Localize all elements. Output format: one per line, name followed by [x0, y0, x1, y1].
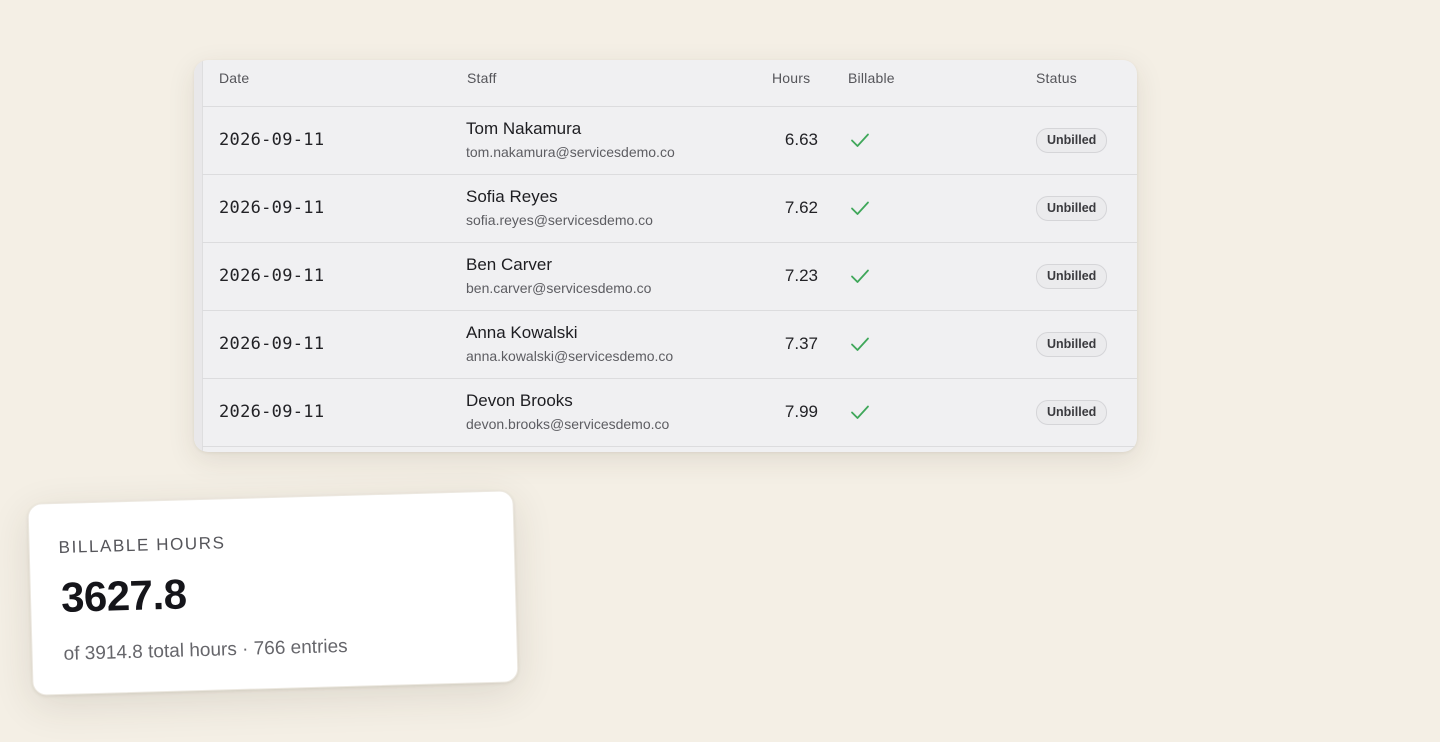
stat-subtitle: of 3914.8 total hours · 766 entries: [63, 635, 348, 665]
table-row[interactable]: 2026-09-11 Tom Nakamura tom.nakamura@ser…: [202, 107, 1137, 175]
billable-hours-card: BILLABLE HOURS 3627.8 of 3914.8 total ho…: [27, 490, 519, 696]
check-icon: [850, 267, 870, 285]
table-row[interactable]: 2026-09-11 Anna Kowalski anna.kowalski@s…: [202, 311, 1137, 379]
column-header-date[interactable]: Date: [219, 70, 249, 86]
entry-hours: 7.23: [784, 266, 818, 285]
staff-cell: Sofia Reyes sofia.reyes@servicesdemo.co: [466, 187, 653, 229]
entry-hours: 6.63: [784, 130, 818, 149]
table-row[interactable]: 2026-09-11 Sofia Reyes sofia.reyes@servi…: [202, 175, 1137, 243]
staff-cell: Ben Carver ben.carver@servicesdemo.co: [466, 255, 651, 297]
table-row[interactable]: 2026-09-11 Ben Carver ben.carver@service…: [202, 243, 1137, 311]
check-icon: [850, 131, 870, 149]
check-icon: [850, 403, 870, 421]
entry-date: 2026-09-11: [219, 266, 325, 286]
staff-cell: Anna Kowalski anna.kowalski@servicesdemo…: [466, 323, 673, 365]
check-icon: [850, 199, 870, 217]
staff-name: Anna Kowalski: [466, 323, 578, 342]
staff-email: anna.kowalski@servicesdemo.co: [466, 348, 674, 364]
time-entries-table: Date Staff Hours Billable Status 2026-09…: [194, 60, 1137, 452]
staff-email: ben.carver@servicesdemo.co: [466, 280, 652, 296]
column-header-billable[interactable]: Billable: [848, 70, 895, 86]
entry-hours: 7.62: [784, 198, 818, 217]
staff-email: devon.brooks@servicesdemo.co: [466, 416, 670, 432]
staff-email: tom.nakamura@servicesdemo.co: [466, 144, 675, 160]
entry-date: 2026-09-11: [219, 334, 325, 354]
stat-label: BILLABLE HOURS: [58, 533, 226, 557]
staff-cell: Tom Nakamura tom.nakamura@servicesdemo.c…: [466, 119, 675, 161]
staff-name: Devon Brooks: [466, 391, 573, 410]
stat-value: 3627.8: [60, 570, 188, 621]
staff-name: Tom Nakamura: [466, 119, 582, 138]
entry-date: 2026-09-11: [219, 130, 325, 150]
entry-hours: 7.37: [784, 334, 818, 353]
staff-email: sofia.reyes@servicesdemo.co: [466, 212, 653, 228]
table-row[interactable]: 2026-09-11 Devon Brooks devon.brooks@ser…: [202, 379, 1137, 447]
column-header-status[interactable]: Status: [1036, 70, 1077, 86]
status-badge: Unbilled: [1036, 128, 1108, 153]
entry-date: 2026-09-11: [219, 402, 325, 422]
entry-hours: 7.99: [784, 402, 818, 421]
column-header-hours[interactable]: Hours: [772, 70, 810, 86]
check-icon: [850, 335, 870, 353]
staff-name: Ben Carver: [466, 255, 552, 274]
status-badge: Unbilled: [1036, 332, 1108, 357]
status-badge: Unbilled: [1036, 196, 1108, 221]
staff-name: Sofia Reyes: [466, 187, 558, 206]
staff-cell: Devon Brooks devon.brooks@servicesdemo.c…: [466, 391, 669, 433]
table-header: Date Staff Hours Billable Status: [202, 60, 1137, 107]
status-badge: Unbilled: [1036, 264, 1108, 289]
status-badge: Unbilled: [1036, 400, 1108, 425]
table-body: 2026-09-11 Tom Nakamura tom.nakamura@ser…: [202, 107, 1137, 447]
column-header-staff[interactable]: Staff: [467, 70, 497, 86]
entry-date: 2026-09-11: [219, 198, 325, 218]
